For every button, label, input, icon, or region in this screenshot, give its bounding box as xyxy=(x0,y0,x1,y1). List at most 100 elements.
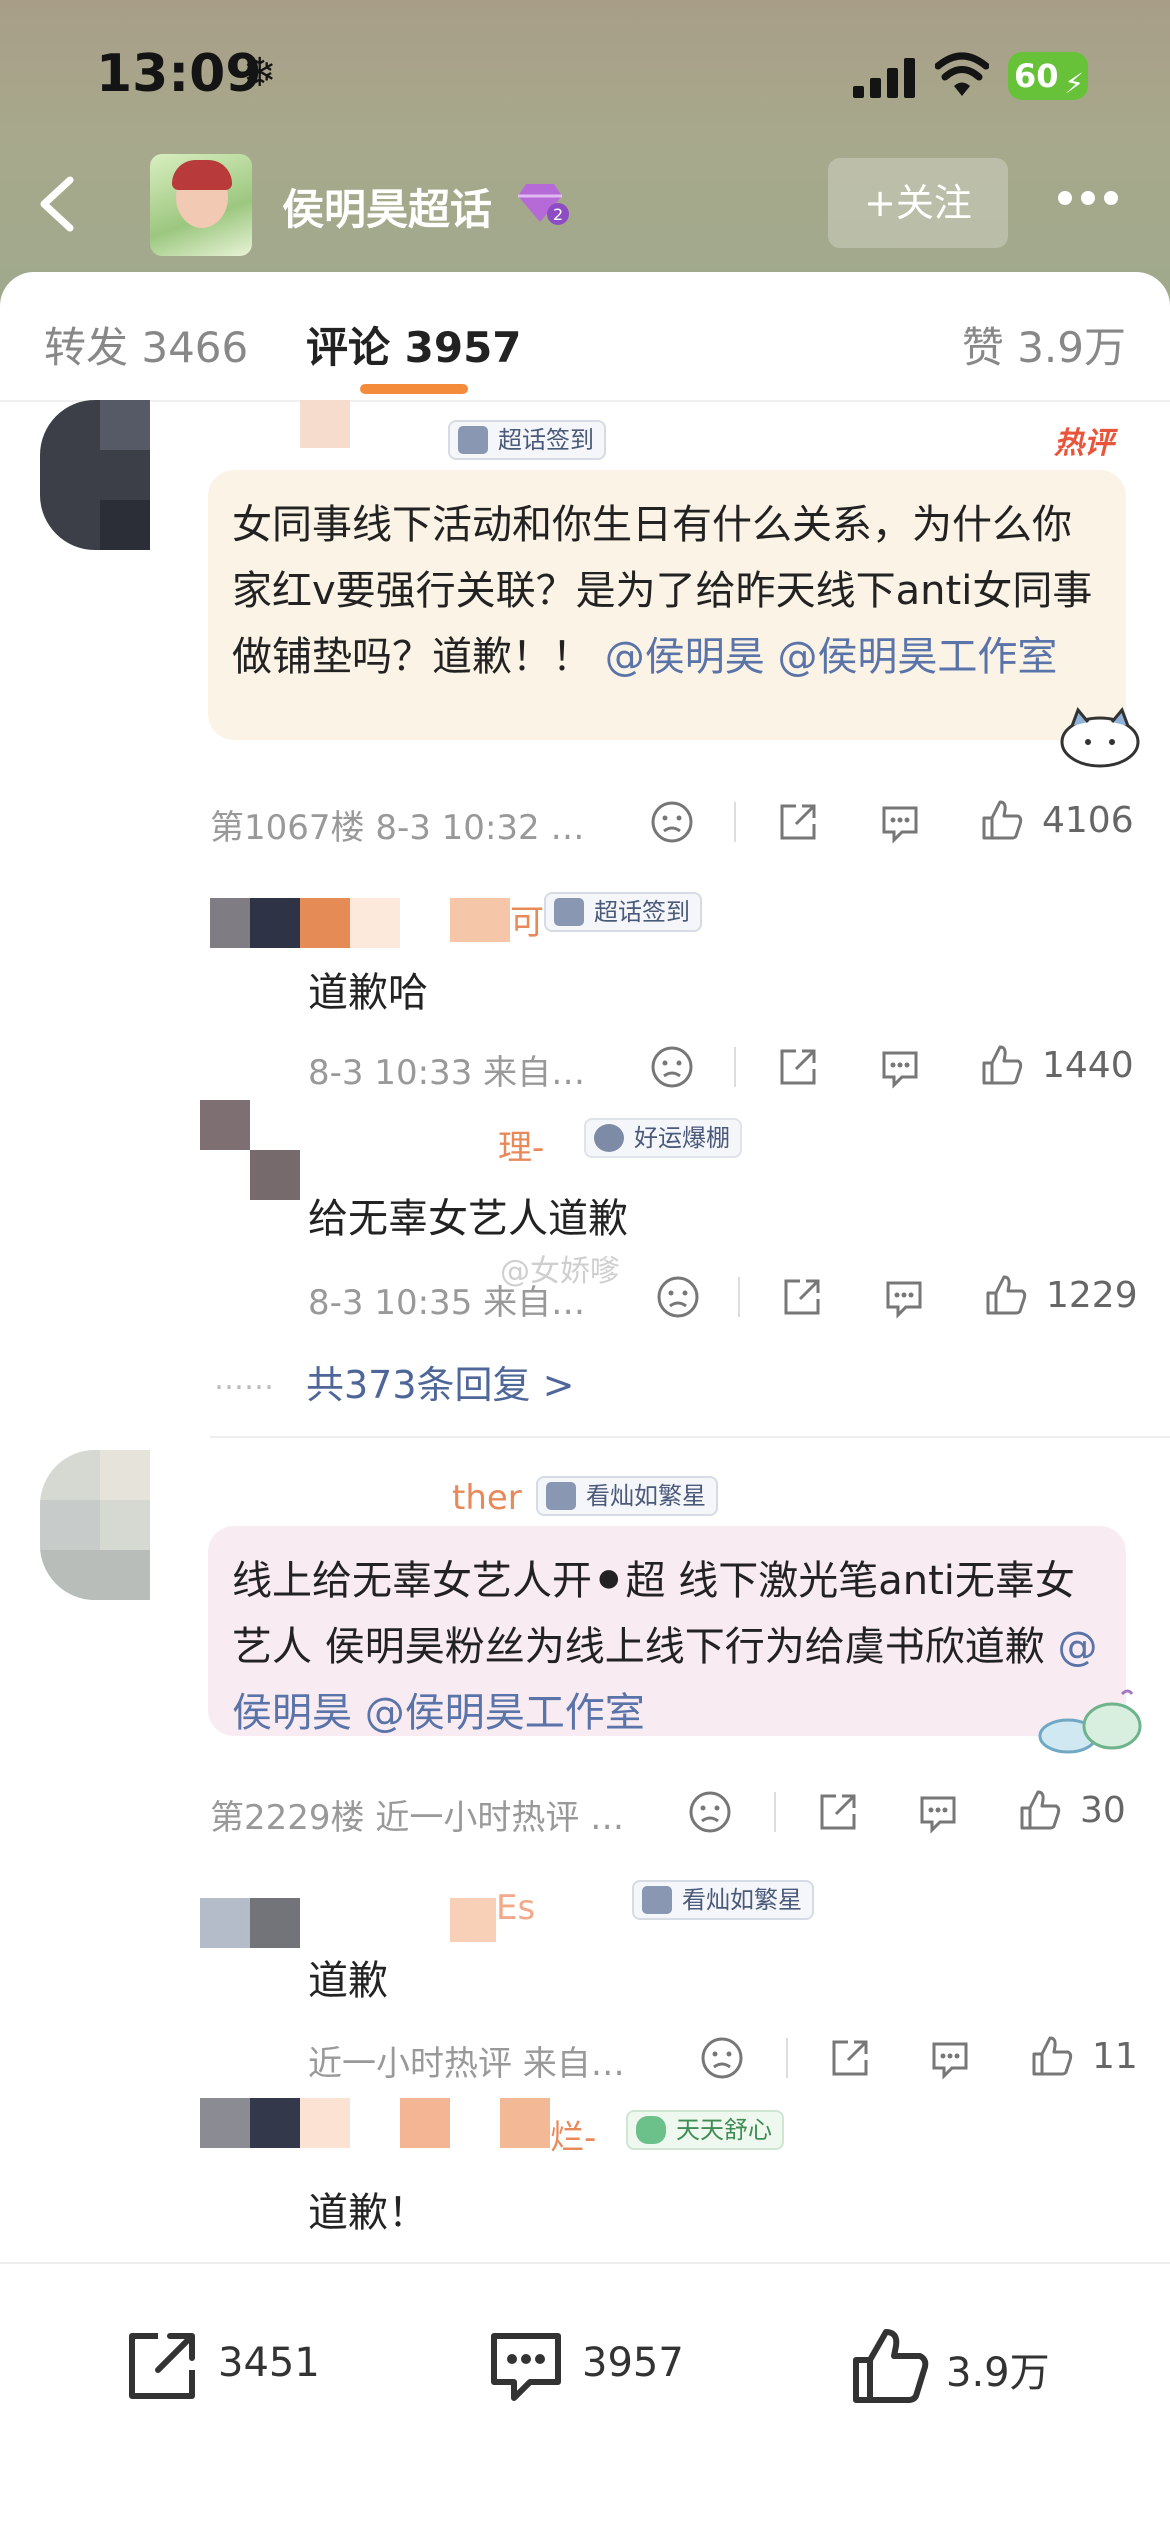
clover-icon xyxy=(594,1124,624,1152)
fan-icon xyxy=(546,1482,576,1510)
ellipsis: …… xyxy=(214,1362,274,1397)
comment-divider xyxy=(210,1436,1170,1438)
reply-icon[interactable] xyxy=(928,2036,972,2080)
username-mosaic[interactable] xyxy=(300,400,350,448)
mention-link[interactable]: @侯明昊工作室 xyxy=(777,634,1057,680)
badge-label: 超话签到 xyxy=(594,898,690,926)
badge-checkin: 超话签到 xyxy=(544,892,702,932)
tab-comments[interactable]: 评论 3957 xyxy=(306,314,522,375)
badge-label: 看灿如繁星 xyxy=(682,1886,802,1914)
commenter-avatar[interactable] xyxy=(40,1450,150,1600)
fish-icon xyxy=(636,2116,666,2144)
battery-level: 60 xyxy=(1014,57,1059,95)
nav-bar: 侯明昊超话 2 +关注 xyxy=(0,150,1170,260)
avatar-mosaic xyxy=(300,2098,350,2148)
more-options-icon[interactable] xyxy=(1058,190,1128,214)
avatar-hair xyxy=(172,160,232,190)
like-thumb-icon[interactable] xyxy=(1018,1788,1062,1832)
like-count: 1440 xyxy=(1042,1045,1134,1086)
reply-text: 道歉！ xyxy=(308,2190,428,2236)
reply-avatar[interactable] xyxy=(200,1898,250,1948)
badge-luck: 好运爆棚 xyxy=(584,1118,742,1158)
like-count: 4106 xyxy=(1042,800,1134,841)
dislike-face-icon[interactable] xyxy=(650,1045,694,1089)
dislike-face-icon[interactable] xyxy=(688,1790,732,1834)
tab-likes[interactable]: 赞 3.9万 xyxy=(962,314,1126,375)
snowflake-icon: ❄ xyxy=(243,50,277,96)
tab-indicator xyxy=(360,384,468,394)
reply-icon[interactable] xyxy=(878,800,922,844)
badge-label: 天天舒心 xyxy=(676,2116,772,2144)
reply-avatar[interactable] xyxy=(200,1100,250,1150)
signal-icon xyxy=(853,58,915,98)
repost-count: 3451 xyxy=(218,2340,320,2386)
reply-icon[interactable] xyxy=(916,1790,960,1834)
share-icon[interactable] xyxy=(816,1790,860,1834)
like-thumb-icon[interactable] xyxy=(980,798,1024,842)
cat-sticker-icon xyxy=(1060,707,1140,768)
diamond-level-icon: 2 xyxy=(518,184,569,225)
like-thumb-icon[interactable] xyxy=(984,1273,1028,1317)
battery-indicator: 60 ⚡ xyxy=(1008,52,1088,100)
svg-text:2: 2 xyxy=(553,205,563,224)
reply-text: 道歉哈 xyxy=(308,970,428,1016)
commenter-username[interactable]: ther xyxy=(452,1478,522,1518)
comment-text: 线上给无辜女艺人开⚫超 线下激光笔anti无辜女艺人 侯明昊粉丝为线上线下行为给… xyxy=(232,1558,1075,1670)
reply-username[interactable]: 理- xyxy=(498,1120,544,1169)
follow-button[interactable]: +关注 xyxy=(828,158,1008,248)
divider-line xyxy=(734,1047,736,1087)
like-count: 30 xyxy=(1080,1790,1126,1831)
checkin-icon xyxy=(458,426,488,454)
reply-avatar[interactable] xyxy=(210,898,250,948)
reply-text: 道歉 xyxy=(308,1958,388,2004)
hot-comment-tag: 热评 xyxy=(1054,426,1114,461)
reply-icon[interactable] xyxy=(878,1045,922,1089)
avatar-mosaic xyxy=(400,2098,450,2148)
dislike-face-icon[interactable] xyxy=(656,1275,700,1319)
repost-icon xyxy=(129,2333,195,2399)
reply-avatar[interactable] xyxy=(200,2098,250,2148)
like-count: 11 xyxy=(1092,2036,1138,2077)
reply-meta: 8-3 10:35 来自… xyxy=(308,1283,586,1323)
fan-icon xyxy=(642,1886,672,1914)
share-icon[interactable] xyxy=(776,1045,820,1089)
badge-label: 超话签到 xyxy=(498,426,594,454)
like-count: 1229 xyxy=(1046,1275,1138,1316)
avatar-mosaic xyxy=(250,1898,300,1948)
mention-link[interactable]: @侯明昊工作室 xyxy=(365,1690,645,1736)
like-count-total: 3.9万 xyxy=(946,2350,1050,2396)
dislike-face-icon[interactable] xyxy=(650,800,694,844)
back-chevron-icon[interactable] xyxy=(30,174,90,234)
share-icon[interactable] xyxy=(776,800,820,844)
reply-meta: 8-3 10:33 来自… xyxy=(308,1053,586,1093)
badge-label: 看灿如繁星 xyxy=(586,1482,706,1510)
like-thumb-icon[interactable] xyxy=(1030,2034,1074,2078)
username-mosaic xyxy=(450,898,510,942)
reply-username[interactable]: 烂- xyxy=(550,2110,596,2159)
username-mosaic xyxy=(450,1898,496,1942)
reply-username[interactable]: Es xyxy=(496,1888,535,1928)
comment-bubble[interactable]: 线上给无辜女艺人开⚫超 线下激光笔anti无辜女艺人 侯明昊粉丝为线上线下行为给… xyxy=(208,1526,1126,1736)
commenter-avatar[interactable] xyxy=(40,400,150,550)
status-time: 13:09 xyxy=(96,44,262,104)
share-icon[interactable] xyxy=(828,2036,872,2080)
avatar-mosaic xyxy=(300,898,350,948)
page-title[interactable]: 侯明昊超话 xyxy=(282,176,492,237)
supertopic-avatar[interactable] xyxy=(150,154,252,256)
reply-text: 给无辜女艺人道歉 xyxy=(308,1196,628,1242)
badge-comfort: 天天舒心 xyxy=(626,2110,784,2150)
view-more-replies-link[interactable]: 共373条回复 > xyxy=(306,1354,574,1409)
share-icon[interactable] xyxy=(780,1275,824,1319)
like-thumb-icon[interactable] xyxy=(980,1043,1024,1087)
badge-fan: 看灿如繁星 xyxy=(632,1880,814,1920)
badge-fan: 看灿如繁星 xyxy=(536,1476,718,1516)
app: 13:09 ❄ 60 ⚡ 侯明昊超话 2 +关注 转发 3466 评论 3957… xyxy=(0,0,1170,2532)
reply-icon[interactable] xyxy=(882,1275,926,1319)
avatar-mosaic xyxy=(250,1150,300,1200)
tab-repost[interactable]: 转发 3466 xyxy=(44,314,248,375)
mention-link[interactable]: @侯明昊 xyxy=(605,634,765,680)
badge-checkin: 超话签到 xyxy=(448,420,606,460)
dislike-face-icon[interactable] xyxy=(700,2036,744,2080)
comment-bubble[interactable]: 女同事线下活动和你生日有什么关系，为什么你家红v要强行关联？是为了给昨天线下an… xyxy=(208,470,1126,740)
avatar-mosaic xyxy=(350,898,400,948)
